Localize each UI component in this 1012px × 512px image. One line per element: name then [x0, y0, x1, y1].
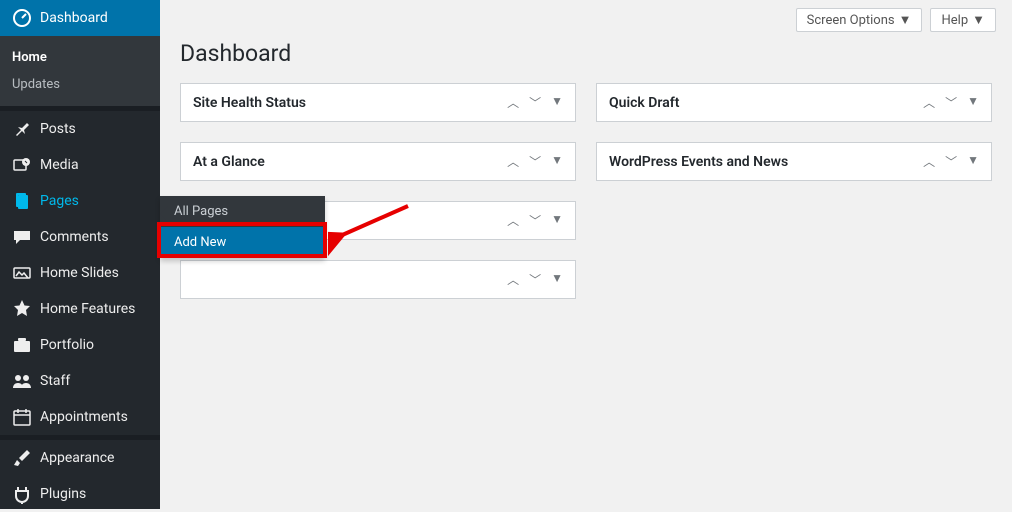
- sidebar-label: Appointments: [40, 409, 128, 425]
- help-button[interactable]: Help ▼: [930, 8, 996, 32]
- portfolio-icon: [12, 335, 32, 355]
- sidebar-item-staff[interactable]: Staff: [0, 363, 160, 399]
- toggle-icon[interactable]: ▼: [551, 94, 563, 111]
- panel-controls: ︿ ﹀ ▼: [507, 153, 563, 170]
- screen-options-button[interactable]: Screen Options ▼: [796, 8, 923, 32]
- sidebar-label: Portfolio: [40, 337, 94, 353]
- pushpin-icon: [12, 119, 32, 139]
- move-up-icon[interactable]: ︿: [507, 94, 519, 111]
- sidebar-label: Media: [40, 157, 79, 173]
- page-icon: [12, 191, 32, 211]
- sidebar-item-dashboard[interactable]: Dashboard: [0, 0, 160, 36]
- sidebar-item-home-features[interactable]: Home Features: [0, 291, 160, 327]
- sidebar-label: Dashboard: [40, 10, 108, 26]
- toggle-icon[interactable]: ▼: [967, 94, 979, 111]
- sidebar-item-comments[interactable]: Comments: [0, 219, 160, 255]
- sidebar-item-posts[interactable]: Posts: [0, 111, 160, 147]
- top-row: Screen Options ▼ Help ▼: [180, 0, 996, 32]
- sidebar-subitem-home[interactable]: Home: [0, 44, 160, 71]
- sidebar-label: Home Features: [40, 301, 135, 317]
- panel-title: Quick Draft: [609, 95, 679, 111]
- panel-title: At a Glance: [193, 154, 265, 170]
- move-up-icon[interactable]: ︿: [507, 153, 519, 170]
- panel-site-health: Site Health Status ︿ ﹀ ▼: [180, 83, 576, 122]
- star-icon: [12, 299, 32, 319]
- move-down-icon[interactable]: ﹀: [529, 153, 541, 170]
- toggle-icon[interactable]: ▼: [967, 153, 979, 170]
- panel-controls: ︿ ﹀ ▼: [923, 153, 979, 170]
- panel-title: WordPress Events and News: [609, 154, 788, 170]
- panel-controls: ︿ ﹀ ▼: [507, 212, 563, 229]
- panel-wp-events-news: WordPress Events and News ︿ ﹀ ▼: [596, 142, 992, 181]
- panel-at-a-glance: At a Glance ︿ ﹀ ▼: [180, 142, 576, 181]
- sidebar-item-home-slides[interactable]: Home Slides: [0, 255, 160, 291]
- panel-generic: ︿ ﹀ ▼: [180, 260, 576, 299]
- move-down-icon[interactable]: ﹀: [529, 271, 541, 288]
- move-down-icon[interactable]: ﹀: [945, 94, 957, 111]
- chevron-down-icon: ▼: [899, 12, 912, 28]
- brush-icon: [12, 448, 32, 468]
- sidebar-label: Home Slides: [40, 265, 119, 281]
- move-down-icon[interactable]: ﹀: [529, 94, 541, 111]
- sidebar-item-appearance[interactable]: Appearance: [0, 440, 160, 476]
- screen-options-label: Screen Options: [807, 13, 895, 28]
- flyout-item-add-new[interactable]: Add New: [160, 227, 325, 258]
- move-down-icon[interactable]: ﹀: [945, 153, 957, 170]
- right-column: Quick Draft ︿ ﹀ ▼ WordPress Events and New…: [596, 83, 992, 299]
- groups-icon: [12, 371, 32, 391]
- toggle-icon[interactable]: ▼: [551, 212, 563, 229]
- panel-controls: ︿ ﹀ ▼: [923, 94, 979, 111]
- toggle-icon[interactable]: ▼: [551, 153, 563, 170]
- sidebar-label: Appearance: [40, 450, 114, 466]
- plugin-icon: [12, 484, 32, 504]
- pages-flyout-menu: All Pages Add New: [160, 196, 325, 258]
- media-icon: [12, 155, 32, 175]
- sidebar-label: Posts: [40, 121, 76, 137]
- toggle-icon[interactable]: ▼: [551, 271, 563, 288]
- dashboard-icon: [12, 8, 32, 28]
- move-down-icon[interactable]: ﹀: [529, 212, 541, 229]
- left-column: Site Health Status ︿ ﹀ ▼ At a Glance ︿ ﹀ ▼ ︿…: [180, 83, 576, 299]
- sidebar-label: Comments: [40, 229, 109, 245]
- chevron-down-icon: ▼: [972, 12, 985, 28]
- dashboard-columns: Site Health Status ︿ ﹀ ▼ At a Glance ︿ ﹀ ▼ ︿…: [180, 83, 992, 299]
- sidebar-label: Pages: [40, 193, 79, 209]
- move-up-icon[interactable]: ︿: [923, 94, 935, 111]
- move-up-icon[interactable]: ︿: [507, 212, 519, 229]
- sidebar-item-media[interactable]: Media: [0, 147, 160, 183]
- sidebar-item-plugins[interactable]: Plugins: [0, 476, 160, 512]
- admin-sidebar: Dashboard Home Updates Posts Media Pages…: [0, 0, 160, 509]
- sidebar-submenu-dashboard: Home Updates: [0, 36, 160, 106]
- sidebar-label: Staff: [40, 373, 70, 389]
- panel-title: Site Health Status: [193, 95, 306, 111]
- slides-icon: [12, 263, 32, 283]
- sidebar-item-portfolio[interactable]: Portfolio: [0, 327, 160, 363]
- calendar-icon: [12, 407, 32, 427]
- flyout-item-all-pages[interactable]: All Pages: [160, 196, 325, 227]
- sidebar-subitem-updates[interactable]: Updates: [0, 71, 160, 98]
- move-up-icon[interactable]: ︿: [923, 153, 935, 170]
- page-title: Dashboard: [180, 32, 992, 83]
- sidebar-item-appointments[interactable]: Appointments: [0, 399, 160, 435]
- panel-quick-draft: Quick Draft ︿ ﹀ ▼: [596, 83, 992, 122]
- sidebar-item-pages[interactable]: Pages: [0, 183, 160, 219]
- comment-icon: [12, 227, 32, 247]
- panel-controls: ︿ ﹀ ▼: [507, 94, 563, 111]
- panel-controls: ︿ ﹀ ▼: [507, 271, 563, 288]
- move-up-icon[interactable]: ︿: [507, 271, 519, 288]
- sidebar-label: Plugins: [40, 486, 86, 502]
- help-label: Help: [941, 13, 968, 28]
